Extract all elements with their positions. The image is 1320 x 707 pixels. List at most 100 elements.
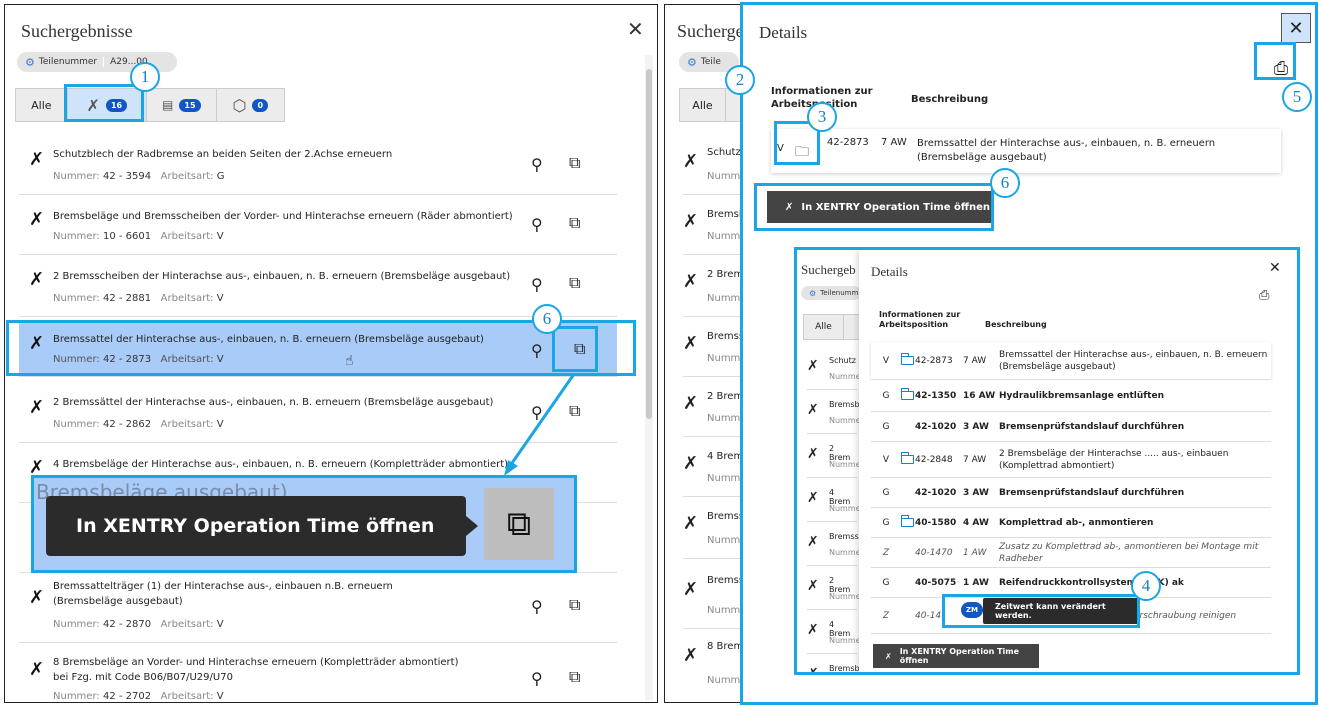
callout-2: 2: [725, 65, 755, 95]
op-aw: 16 AW: [963, 390, 996, 401]
details-row[interactable]: V 🗀 42-2873 7 AW Bremssattel der Hintera…: [771, 129, 1281, 173]
work-type: G: [882, 421, 890, 432]
op-number: 40-1580: [915, 517, 957, 528]
highlight-tab: [64, 84, 144, 122]
scrollbar[interactable]: [645, 55, 653, 700]
list-item[interactable]: ✗ 8 Bremsbeläge an Vorder- und Hinterach…: [19, 645, 617, 702]
wrench-icon: ✗: [29, 397, 45, 418]
tab-parts[interactable]: ⬡ 0: [217, 89, 284, 121]
op-aw: 1 AW: [963, 547, 987, 558]
tab-wis[interactable]: ▤ 15: [147, 89, 217, 121]
op-number: 42-1020: [915, 487, 957, 498]
print-icon[interactable]: ⎙: [1259, 288, 1269, 303]
open-xentry-button[interactable]: ✗ In XENTRY Operation Time öffnen: [873, 644, 1039, 668]
highlight-zm: [942, 594, 1140, 628]
close-icon[interactable]: ✕: [1269, 260, 1281, 276]
search-icon[interactable]: ⚲: [531, 597, 543, 616]
tooltip: In XENTRY Operation Time öffnen: [46, 496, 478, 556]
highlight-open-button: [552, 326, 598, 372]
list-item[interactable]: ✗ Schutzblech der Radbremse an beiden Se…: [19, 135, 617, 195]
work-type: V: [882, 454, 890, 465]
op-number: 42-1350: [915, 390, 957, 401]
op-description: Bremssattel der Hinterachse aus-, einbau…: [999, 349, 1268, 372]
panel-title: Suchergebnisse: [21, 21, 133, 41]
col-header-desc: Beschreibung: [911, 94, 989, 105]
callout-1: 1: [130, 62, 160, 92]
wrench-cross-icon: ✗: [885, 651, 892, 661]
callout-3: 3: [807, 102, 837, 132]
highlight-print: [1254, 42, 1296, 80]
highlight-open-xentry: [754, 183, 994, 231]
op-number: 40-5075: [915, 577, 957, 588]
part-icon: ⚙: [25, 55, 35, 69]
op-description: Bremsenprüfstandslauf durchführen: [999, 421, 1185, 432]
folder-icon[interactable]: [900, 451, 914, 464]
inner-detail-row[interactable]: V 42-2848 7 AW 2 Bremsbeläge der Hinterachs…: [871, 442, 1271, 478]
op-aw: 7 AW: [963, 454, 987, 465]
wrench-icon: ✗: [29, 659, 45, 680]
search-icon[interactable]: ⚲: [531, 669, 543, 688]
op-description: Hydraulikbremsanlage entlüften: [999, 390, 1164, 401]
wrench-icon: ✗: [29, 269, 45, 290]
open-external-icon[interactable]: ⧉: [569, 401, 580, 421]
work-type: V: [882, 355, 890, 366]
details-title: Details: [759, 23, 808, 42]
op-aw: 1 AW: [963, 577, 989, 588]
inner-detail-row[interactable]: V 42-2873 7 AW Bremssattel der Hinterachse …: [871, 342, 1271, 380]
work-type: G: [882, 487, 890, 498]
search-icon[interactable]: ⚲: [531, 403, 543, 422]
work-type: G: [882, 577, 890, 588]
zoom-overlay: Bremsbeläge ausgebaut) In XENTRY Operati…: [31, 475, 577, 573]
inner-bg-rows: ✗ Schutz Numme ✗ Bremsb Numme ✗ 2 Brem Numme ✗…: [807, 346, 861, 672]
open-external-button-zoom[interactable]: ⧉: [484, 488, 554, 560]
tab-all[interactable]: Alle: [16, 89, 68, 121]
op-aw: 7 AW: [963, 355, 987, 366]
inner-detail-row[interactable]: G 42-1020 3 AW Bremsenprüfstandslauf durchf…: [871, 478, 1271, 508]
wrench-icon: ✗: [29, 149, 45, 170]
op-number: 42-2873: [915, 355, 953, 366]
search-icon[interactable]: ⚲: [531, 155, 543, 174]
open-external-icon[interactable]: ⧉: [569, 213, 580, 233]
callout-6: 6: [532, 304, 562, 334]
folder-icon[interactable]: [900, 514, 914, 527]
list-item[interactable]: ✗ 2 Bremssättel der Hinterachse aus-, ei…: [19, 383, 617, 443]
tab-all[interactable]: Alle: [680, 89, 726, 121]
close-button[interactable]: ✕: [1281, 13, 1311, 43]
inner-detail-row[interactable]: Z 40-1470 1 AW Zusatz zu Komplettrad ab-, a…: [871, 538, 1271, 568]
work-type: G: [882, 390, 890, 401]
result-tabs: Alle ✗ 16 ▤ 15 ⬡ 0: [15, 88, 285, 122]
inner-detail-row[interactable]: G 42-1020 3 AW Bremsenprüfstandslauf durchf…: [871, 412, 1271, 442]
close-icon[interactable]: ✕: [627, 19, 644, 39]
work-type: Z: [882, 547, 890, 558]
work-type: Z: [882, 610, 890, 621]
callout-4: 4: [1131, 571, 1161, 601]
list-item[interactable]: ✗ Bremsbeläge und Bremsscheiben der Vord…: [19, 195, 617, 255]
inner-detail-row[interactable]: G 40-1580 4 AW Komplettrad ab-, anmontieren: [871, 508, 1271, 538]
op-number: 40-1470: [915, 547, 953, 558]
op-number: 42-2848: [915, 454, 953, 465]
box-icon: ⬡: [232, 95, 247, 115]
op-aw: 3 AW: [963, 487, 989, 498]
open-external-icon[interactable]: ⧉: [569, 667, 580, 687]
folder-icon[interactable]: [900, 387, 914, 400]
op-number: 42-1020: [915, 421, 957, 432]
work-type: G: [882, 517, 890, 528]
op-aw: 3 AW: [963, 421, 989, 432]
list-item[interactable]: ✗ Bremssattelträger (1) der Hinterachse …: [19, 573, 617, 643]
folder-icon[interactable]: [900, 352, 914, 365]
op-description: Zusatz zu Komplettrad ab-, anmontieren b…: [999, 541, 1259, 564]
op-description: Komplettrad ab-, anmontieren: [999, 517, 1154, 528]
wrench-icon: ✗: [29, 209, 45, 230]
wrench-icon: ✗: [29, 587, 45, 608]
op-aw: 4 AW: [963, 517, 989, 528]
list-item[interactable]: ✗ 2 Bremsscheiben der Hinterachse aus-, …: [19, 255, 617, 317]
search-icon[interactable]: ⚲: [531, 215, 543, 234]
op-description: Bremsenprüfstandslauf durchführen: [999, 487, 1185, 498]
open-external-icon[interactable]: ⧉: [569, 273, 580, 293]
wis-document-icon: ▤: [162, 98, 174, 112]
inner-detail-row[interactable]: G 42-1350 16 AW Hydraulikbremsanlage entlüf…: [871, 380, 1271, 412]
open-external-icon[interactable]: ⧉: [569, 153, 580, 173]
callout-5: 5: [1282, 82, 1312, 112]
open-external-icon[interactable]: ⧉: [569, 595, 580, 615]
search-icon[interactable]: ⚲: [531, 275, 543, 294]
